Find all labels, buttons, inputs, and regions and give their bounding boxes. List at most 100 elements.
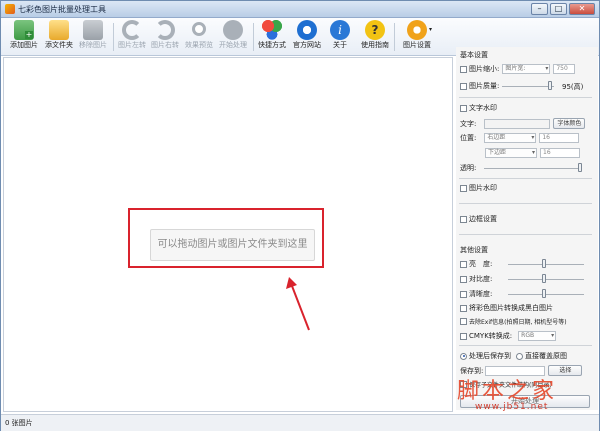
quality-slider[interactable] (502, 86, 554, 87)
sharpness-slider-knob[interactable] (542, 289, 546, 298)
image-watermark-label: 图片水印 (469, 184, 497, 192)
gear-icon (407, 20, 427, 40)
exif-checkbox[interactable] (460, 318, 467, 325)
shortcut-button[interactable]: 快捷方式 (252, 20, 292, 54)
quality-checkbox[interactable] (460, 82, 467, 90)
shortcut-icon (262, 20, 282, 40)
shrink-value-input[interactable]: 750 (553, 64, 576, 74)
info-icon: i (330, 20, 350, 40)
watermark-text-input[interactable] (484, 118, 551, 129)
divider (459, 97, 592, 98)
watermark-url: www.jb51.net (475, 402, 549, 412)
overwrite-label: 直接覆盖原图 (525, 352, 567, 360)
guide-label: 使用指南 (361, 41, 389, 49)
contrast-label: 对比度: (469, 275, 493, 283)
settings-dropdown-icon[interactable]: ▾ (429, 26, 432, 33)
cmyk-select[interactable]: RGB (518, 331, 557, 341)
add-folder-icon (49, 20, 69, 40)
horizontal-offset-input[interactable]: 16 (539, 133, 580, 143)
brightness-checkbox[interactable] (460, 260, 467, 268)
shrink-label: 图片缩小: (469, 65, 500, 73)
quality-slider-knob[interactable] (548, 81, 552, 90)
border-row: 边框设置 (460, 214, 497, 224)
font-color-button[interactable]: 字体颜色 (553, 118, 586, 129)
vertical-offset-input[interactable]: 16 (540, 148, 580, 158)
start-button[interactable]: 开始处理 (213, 20, 253, 54)
text-watermark-row: 文字水印 (460, 103, 497, 113)
grayscale-label: 将彩色图片转换成黑白图片 (469, 304, 553, 312)
add-image-label: 添加图片 (10, 41, 38, 49)
basic-settings-heading: 基本设置 (460, 51, 488, 59)
contrast-slider-knob[interactable] (542, 274, 546, 283)
image-list-area[interactable]: 可以拖动图片或图片文件夹到这里 (3, 57, 453, 412)
image-watermark-checkbox[interactable] (460, 184, 467, 192)
brightness-slider-knob[interactable] (542, 259, 546, 268)
cmyk-label: CMYK转换成: (469, 332, 513, 340)
shortcut-label: 快捷方式 (258, 41, 286, 49)
add-image-button[interactable]: + 添加图片 (4, 20, 44, 54)
cmyk-checkbox[interactable] (460, 332, 467, 340)
settings-label: 图片设置 (403, 41, 431, 49)
help-icon: ? (365, 20, 385, 40)
divider (459, 234, 592, 235)
quality-label: 图片质量: (469, 82, 500, 90)
save-after-radio[interactable] (460, 352, 467, 360)
app-window: 七彩色图片批量处理工具 – □ ✕ + 添加图片 添文件夹 移除图片 图片左转 … (0, 0, 600, 431)
sharpness-checkbox[interactable] (460, 290, 467, 298)
grayscale-row: 将彩色图片转换成黑白图片 (460, 303, 553, 313)
contrast-checkbox[interactable] (460, 275, 467, 283)
annotation-arrow (286, 277, 310, 331)
text-watermark-checkbox[interactable] (460, 104, 467, 112)
watermark-logo: 脚本之家 (457, 379, 558, 404)
text-watermark-label: 文字水印 (469, 104, 497, 112)
rotate-right-icon (155, 20, 175, 40)
about-label: 关于 (333, 41, 347, 49)
remove-image-label: 移除图片 (79, 41, 107, 49)
save-after-label: 处理后保存到 (469, 352, 511, 360)
sharpness-row: 清晰度: (460, 289, 492, 299)
ie-icon (297, 20, 317, 40)
save-mode-row: 处理后保存到 直接覆盖原图 (460, 351, 567, 361)
play-icon (223, 20, 243, 40)
position-row-1: 位置: 右边距 16 (460, 133, 580, 143)
exif-row: 去除Exif信息(拍照日期, 相机型号等) (460, 317, 567, 326)
add-image-icon: + (14, 20, 34, 40)
brightness-slider[interactable] (508, 264, 584, 265)
opacity-slider-knob[interactable] (578, 163, 582, 172)
brightness-row: 亮 度: (460, 259, 492, 269)
shrink-checkbox[interactable] (460, 65, 467, 73)
horizontal-position-select[interactable]: 右边距 (484, 133, 537, 143)
contrast-row: 对比度: (460, 274, 492, 284)
overwrite-radio[interactable] (516, 352, 523, 360)
remove-image-button[interactable]: 移除图片 (73, 20, 113, 54)
magnifier-icon (192, 22, 206, 36)
sharpness-slider[interactable] (508, 294, 584, 295)
grayscale-checkbox[interactable] (460, 304, 467, 312)
border-checkbox[interactable] (460, 215, 467, 223)
quality-row: 图片质量: (460, 81, 499, 91)
maximize-button[interactable]: □ (550, 3, 567, 15)
divider (459, 178, 592, 179)
opacity-slider[interactable] (484, 168, 582, 169)
guide-button[interactable]: ? 使用指南 (355, 20, 395, 54)
rotate-left-icon (122, 20, 142, 40)
app-icon (5, 4, 15, 14)
quality-value: 95(高) (562, 83, 584, 91)
vertical-position-select[interactable]: 下边距 (485, 148, 537, 158)
shrink-mode-select[interactable]: 图片宽: (502, 64, 551, 74)
status-bar: 0 张图片 (1, 414, 599, 431)
remove-image-icon (83, 20, 103, 40)
opacity-label: 透明: (460, 164, 477, 172)
toolbar-divider (394, 23, 395, 51)
text-row: 文字: 字体颜色 (460, 118, 586, 129)
image-watermark-row: 图片水印 (460, 183, 497, 193)
image-count: 0 张图片 (5, 419, 33, 427)
settings-panel: 基本设置 图片缩小: 图片宽: 750 图片质量: 95(高) 文字水印 文字:… (456, 47, 598, 410)
about-button[interactable]: i 关于 (320, 20, 360, 54)
border-label: 边框设置 (469, 215, 497, 223)
exif-label: 去除Exif信息(拍照日期, 相机型号等) (469, 319, 567, 326)
title-bar: 七彩色图片批量处理工具 – □ ✕ (1, 1, 599, 18)
minimize-button[interactable]: – (531, 3, 548, 15)
contrast-slider[interactable] (508, 279, 584, 280)
close-button[interactable]: ✕ (569, 3, 595, 15)
